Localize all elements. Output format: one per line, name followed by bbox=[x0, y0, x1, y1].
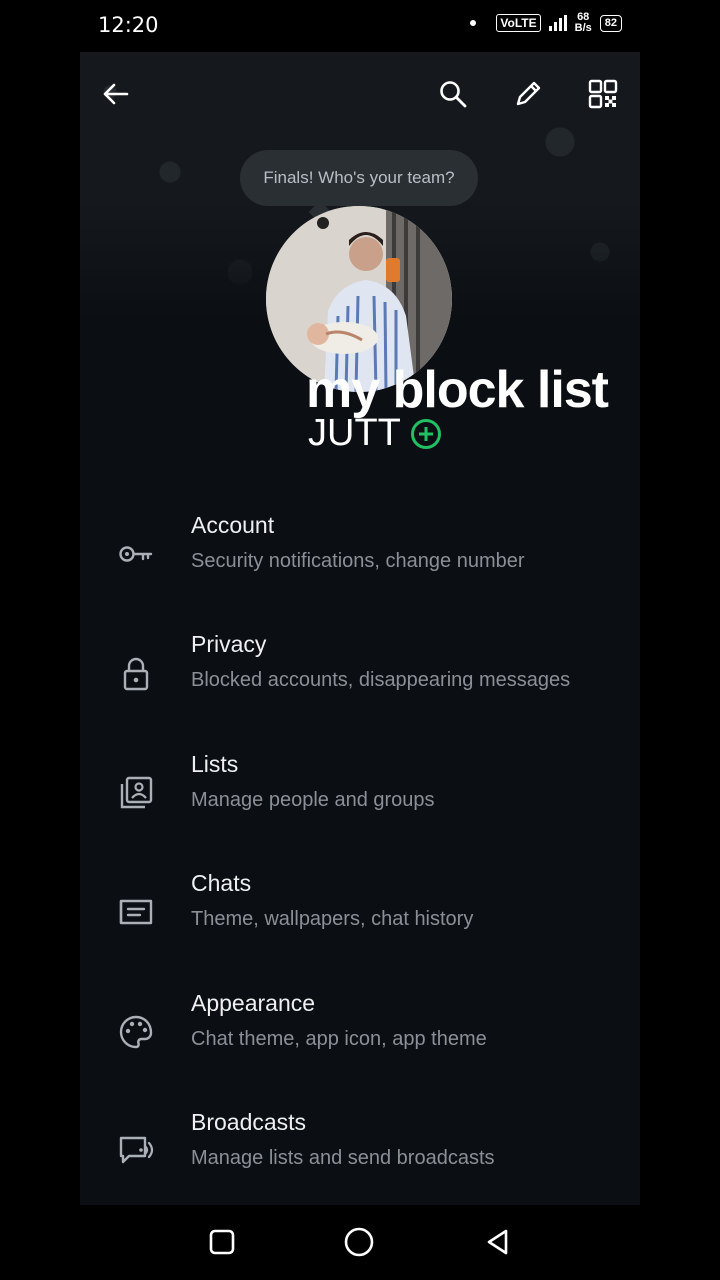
menu-item-broadcasts[interactable]: Broadcasts Manage lists and send broadca… bbox=[80, 1099, 640, 1205]
menu-item-appearance[interactable]: Appearance Chat theme, app icon, app the… bbox=[80, 980, 640, 1090]
menu-item-subtitle: Chat theme, app icon, app theme bbox=[191, 1028, 487, 1050]
status-indicators: VoLTE 68 B/s 82 bbox=[470, 12, 622, 34]
notification-dot-icon bbox=[470, 20, 477, 26]
broadcast-icon bbox=[116, 1131, 156, 1171]
menu-item-title: Privacy bbox=[191, 631, 267, 657]
key-icon bbox=[116, 534, 156, 574]
network-speed-unit: B/s bbox=[574, 22, 592, 34]
edit-button[interactable] bbox=[508, 74, 548, 114]
menu-item-title: Account bbox=[191, 512, 275, 538]
back-button[interactable] bbox=[96, 74, 136, 114]
menu-item-subtitle: Manage lists and send broadcasts bbox=[191, 1147, 495, 1169]
profile-about[interactable]: JUTT bbox=[308, 412, 441, 455]
menu-item-subtitle: Blocked accounts, disappearing messages bbox=[191, 669, 571, 691]
clock: 12:20 bbox=[98, 13, 159, 37]
signal-icon bbox=[548, 15, 567, 31]
triangle-back-icon bbox=[487, 1229, 508, 1255]
square-recents-icon bbox=[209, 1229, 235, 1255]
qr-code-icon bbox=[588, 79, 618, 109]
menu-item-title: Broadcasts bbox=[191, 1109, 307, 1135]
pencil-icon bbox=[516, 81, 541, 106]
home-button[interactable] bbox=[339, 1222, 379, 1262]
network-speed: 68 B/s bbox=[575, 12, 592, 34]
menu-item-account[interactable]: Account Security notifications, change n… bbox=[80, 502, 640, 612]
profile-about-text: JUTT bbox=[308, 412, 401, 454]
nav-back-button[interactable] bbox=[477, 1222, 517, 1262]
menu-item-privacy[interactable]: Privacy Blocked accounts, disappearing m… bbox=[80, 621, 640, 731]
search-button[interactable] bbox=[433, 74, 473, 114]
menu-item-title: Chats bbox=[191, 870, 252, 896]
arrow-left-icon bbox=[103, 83, 129, 105]
menu-item-title: Appearance bbox=[191, 990, 316, 1016]
qr-code-button[interactable] bbox=[583, 74, 623, 114]
search-icon bbox=[440, 81, 467, 108]
palette-icon bbox=[116, 1012, 156, 1052]
settings-screen: Finals! Who's your team? my block list J… bbox=[80, 0, 640, 1205]
status-note-text: Finals! Who's your team? bbox=[263, 168, 455, 187]
recents-button[interactable] bbox=[202, 1222, 242, 1262]
menu-item-subtitle: Security notifications, change number bbox=[191, 550, 525, 572]
menu-item-subtitle: Theme, wallpapers, chat history bbox=[191, 908, 474, 930]
volte-badge: VoLTE bbox=[496, 14, 541, 32]
menu-item-lists[interactable]: Lists Manage people and groups bbox=[80, 741, 640, 851]
circle-home-icon bbox=[344, 1227, 374, 1257]
status-bar: 12:20 VoLTE 68 B/s 82 bbox=[0, 0, 720, 52]
add-circle-icon[interactable] bbox=[410, 418, 441, 449]
contact-list-icon bbox=[116, 773, 156, 813]
lock-icon bbox=[116, 653, 156, 693]
battery-level: 82 bbox=[604, 16, 617, 29]
menu-item-subtitle: Manage people and groups bbox=[191, 789, 435, 811]
menu-item-title: Lists bbox=[191, 751, 239, 777]
menu-item-chats[interactable]: Chats Theme, wallpapers, chat history bbox=[80, 860, 640, 970]
battery-icon: 82 bbox=[599, 14, 622, 32]
profile-name[interactable]: my block list bbox=[306, 360, 609, 420]
chat-icon bbox=[116, 892, 156, 932]
status-note-bubble[interactable]: Finals! Who's your team? bbox=[240, 150, 478, 206]
